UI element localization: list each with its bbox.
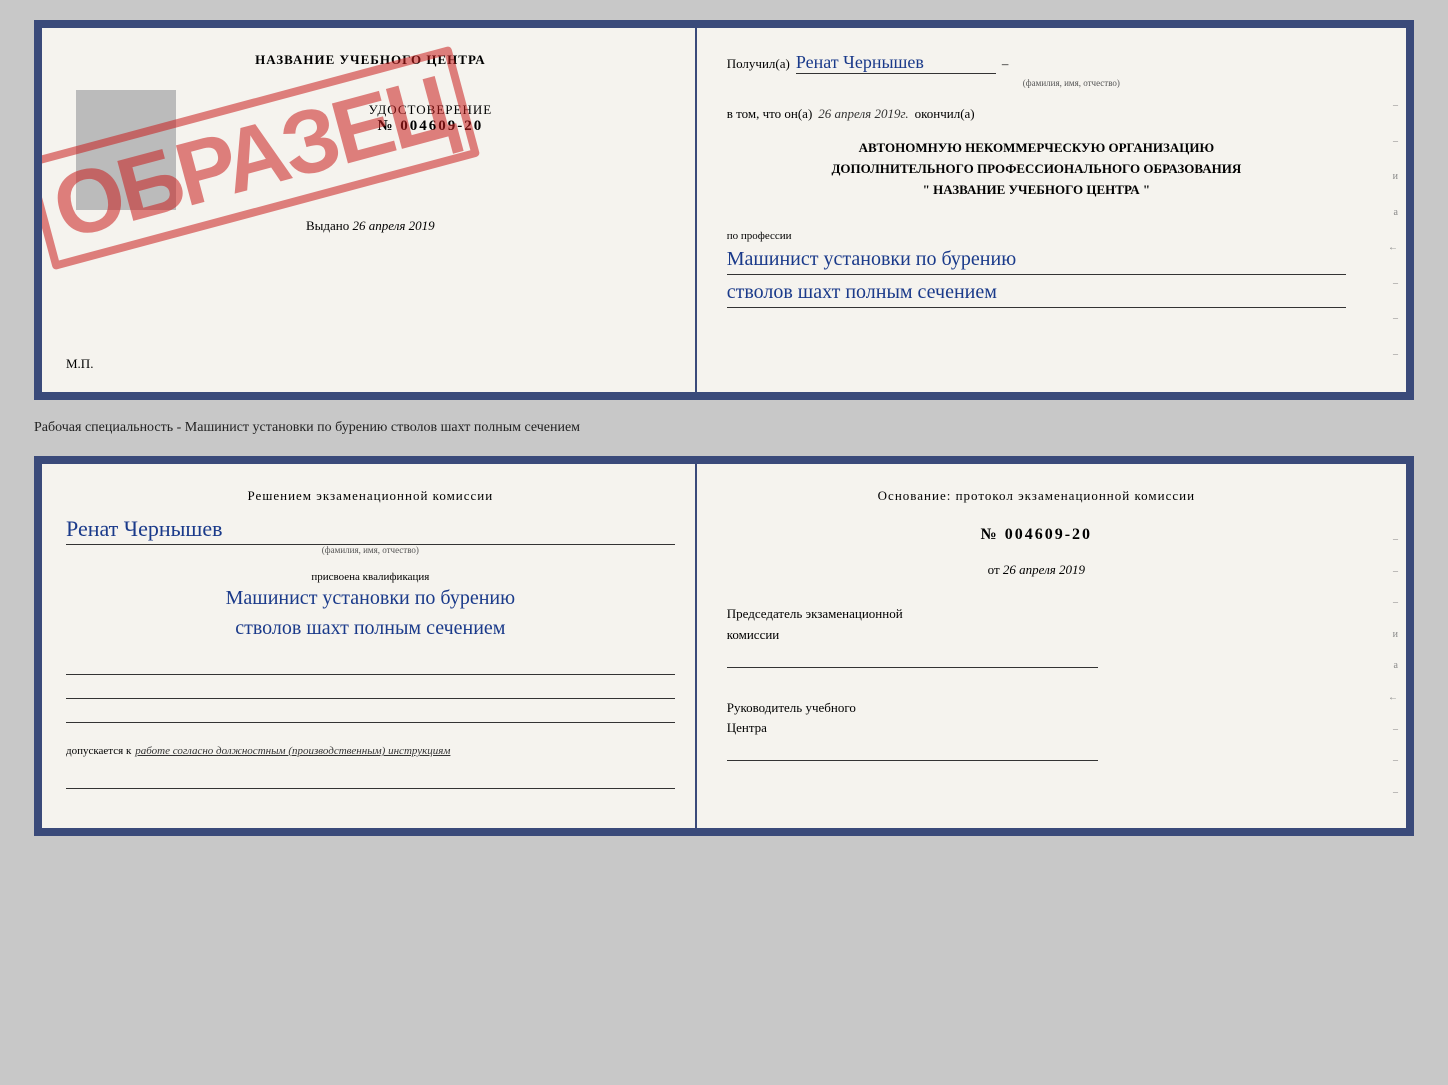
top-cert-right: Получил(а) Ренат Чернышев – (фамилия, им… [697,28,1406,392]
top-cert-left: НАЗВАНИЕ УЧЕБНОГО ЦЕНТРА УДОСТОВЕРЕНИЕ №… [42,28,697,392]
kvalif-label: присвоена квалификация [66,571,675,583]
bottom-name-subtext: (фамилия, имя, отчество) [66,545,675,555]
received-label: Получил(а) [727,56,790,72]
head-block: Руководитель учебного Центра [727,698,1346,770]
document-container: НАЗВАНИЕ УЧЕБНОГО ЦЕНТРА УДОСТОВЕРЕНИЕ №… [34,20,1414,836]
head-label2: Центра [727,718,1346,739]
kvalif-line1: Машинист установки по бурению [66,583,675,613]
org-name: АВТОНОМНУЮ НЕКОММЕРЧЕСКУЮ ОРГАНИЗАЦИЮ ДО… [727,138,1346,200]
issued-label: Выдано [306,218,349,233]
specialty-line: Рабочая специальность - Машинист установ… [34,416,1414,440]
head-sig-line [727,741,1099,761]
mp-label: М.П. [66,356,93,372]
udostoverenie-label: УДОСТОВЕРЕНИЕ [369,102,493,118]
chairman-label2: комиссии [727,625,1346,646]
completion-field: в том, что он(а) 26 апреля 2019г. окончи… [727,106,1346,122]
head-label: Руководитель учебного [727,698,1346,719]
protokol-date: от 26 апреля 2019 [727,562,1346,578]
signature-lines [66,657,675,723]
right-edge-lines-bottom: – – – и а ← – – – [1368,524,1398,808]
dopusk-block: допускается к работе согласно должностны… [66,741,675,759]
right-edge-lines: – – и а ← – – – [1368,88,1398,372]
cert-number: № 004609-20 [369,118,493,135]
chairman-sig-line [727,648,1099,668]
chairman-label: Председатель экзаменационной [727,604,1346,625]
issued-date: 26 апреля 2019 [353,218,435,233]
issued-date-line: Выдано 26 апреля 2019 [306,218,435,234]
recipient-name: Ренат Чернышев [796,52,996,74]
chairman-block: Председатель экзаменационной комиссии [727,604,1346,676]
finished-label: окончил(а) [915,106,975,122]
bottom-certificate: Решением экзаменационной комиссии Ренат … [34,456,1414,836]
completion-date: 26 апреля 2019г. [818,106,908,122]
profession-line2: стволов шахт полным сечением [727,277,1346,308]
kvalif-line2: стволов шахт полным сечением [66,613,675,643]
protokol-date-value: 26 апреля 2019 [1003,562,1085,577]
top-cert-title: НАЗВАНИЕ УЧЕБНОГО ЦЕНТРА [255,52,486,68]
protokol-number: № 004609-20 [727,526,1346,544]
top-certificate: НАЗВАНИЕ УЧЕБНОГО ЦЕНТРА УДОСТОВЕРЕНИЕ №… [34,20,1414,400]
profession-label: по профессии [727,230,1346,242]
date-prefix: от [988,562,1000,577]
osnov-title: Основание: протокол экзаменационной коми… [727,488,1346,504]
komissia-title: Решением экзаменационной комиссии [66,488,675,504]
recipient-field: Получил(а) Ренат Чернышев – [727,52,1346,74]
cert-id-block: УДОСТОВЕРЕНИЕ № 004609-20 [369,102,493,135]
recipient-subtext: (фамилия, имя, отчество) [797,78,1346,88]
dopusk-text: работе согласно должностным (производств… [135,745,450,757]
photo-placeholder [76,90,176,210]
bottom-name: Ренат Чернышев [66,516,675,545]
in-that-label: в том, что он(а) [727,106,813,122]
bottom-cert-left: Решением экзаменационной комиссии Ренат … [42,464,697,828]
profession-line1: Машинист установки по бурению [727,244,1346,275]
dopusk-label: допускается к [66,745,131,757]
bottom-cert-right: Основание: протокол экзаменационной коми… [697,464,1406,828]
